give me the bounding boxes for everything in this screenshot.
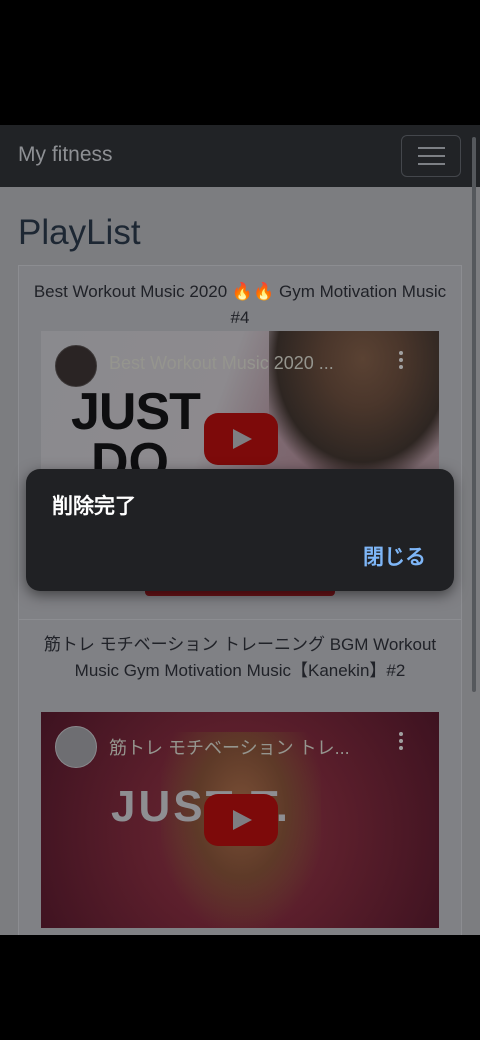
dialog-message: 削除完了 [52, 495, 136, 518]
hamburger-menu-icon [418, 147, 445, 149]
close-button[interactable]: 閉じる [363, 541, 426, 571]
more-vert-icon[interactable] [399, 351, 403, 372]
video-title[interactable]: Best Workout Music 2020 ... [109, 353, 334, 374]
video-title[interactable]: 筋トレ モチベーション トレ... [109, 734, 350, 760]
thumbnail-text: JUST [71, 383, 201, 441]
snackbar-dialog: 削除完了 閉じる [26, 469, 454, 591]
thumbnail-image [269, 331, 439, 471]
scrollbar[interactable] [472, 137, 476, 692]
playlist-card: 筋トレ モチベーション トレーニング BGM Workout Music Gym… [18, 619, 462, 935]
channel-avatar[interactable] [55, 726, 97, 768]
navbar-toggle-button[interactable] [401, 135, 461, 177]
youtube-video-embed[interactable]: JUST DO Best Workout Music 2020 ... [41, 331, 439, 471]
page-title: PlayList [18, 213, 141, 252]
more-vert-icon[interactable] [399, 732, 403, 753]
navbar-brand[interactable]: My fitness [18, 143, 113, 167]
youtube-video-embed[interactable]: JUST T. 筋トレ モチベーション トレ... [41, 712, 439, 928]
play-button-icon[interactable] [204, 794, 278, 846]
playlist-item-title: Best Workout Music 2020 🔥🔥 Gym Motivatio… [33, 282, 447, 327]
navbar: My fitness [0, 125, 480, 187]
channel-avatar[interactable] [55, 345, 97, 387]
playlist-item-title: 筋トレ モチベーション トレーニング BGM Workout Music Gym… [43, 635, 437, 680]
play-button-icon[interactable] [204, 413, 278, 465]
